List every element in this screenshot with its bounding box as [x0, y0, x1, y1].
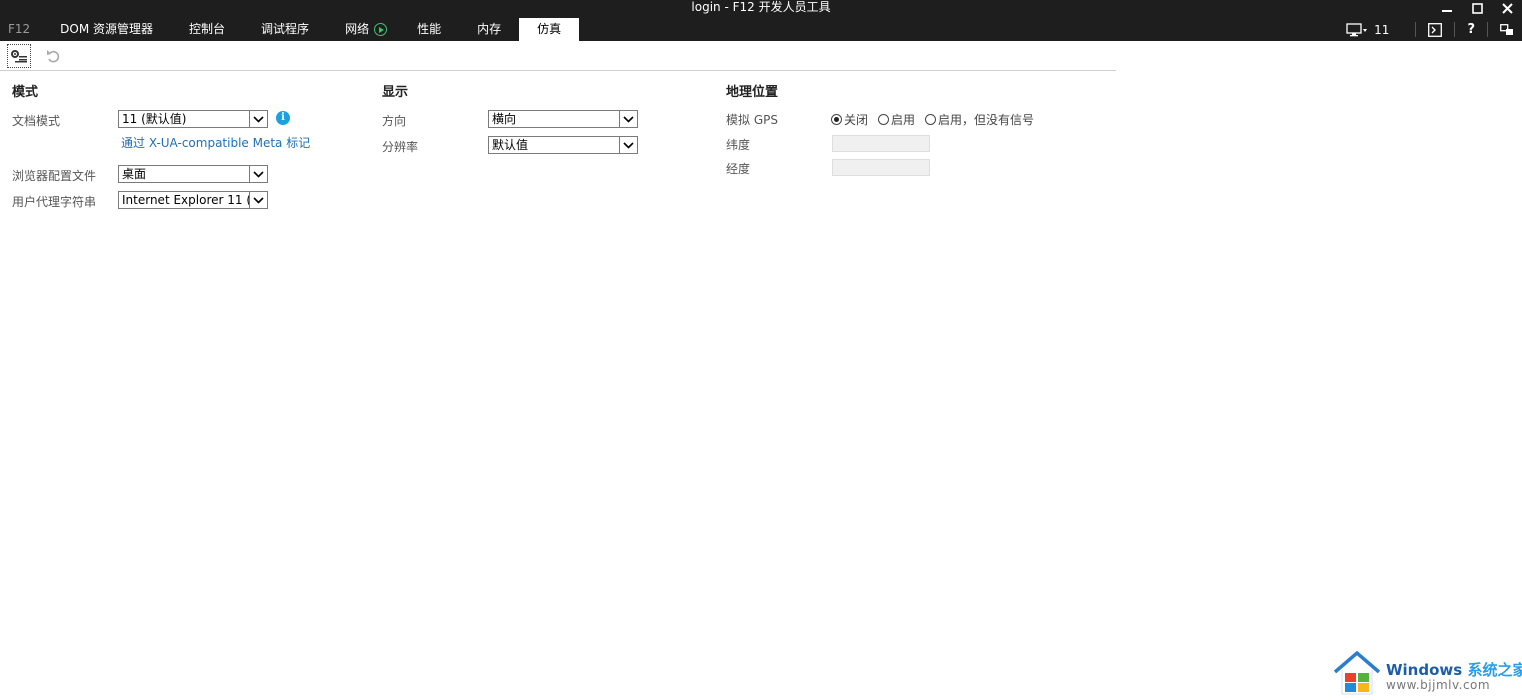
user-agent-value: Internet Explorer 11 (默	[122, 193, 250, 207]
resolution-select[interactable]: 默认值	[488, 136, 638, 154]
tab-debugger[interactable]: 调试程序	[243, 18, 327, 41]
target-device-button[interactable]: 11	[1338, 18, 1397, 41]
doc-mode-value: 11 (默认值)	[122, 112, 187, 126]
tab-network[interactable]: 网络	[327, 18, 399, 41]
monitor-icon	[1346, 22, 1368, 36]
xua-compatible-link[interactable]: 通过 X-UA-compatible Meta 标记	[121, 134, 310, 151]
minimize-button[interactable]	[1432, 0, 1462, 16]
radio-unchecked-icon	[878, 114, 890, 125]
emulation-toolbar	[0, 41, 1116, 71]
orientation-label: 方向	[382, 114, 407, 128]
watermark: Windows 系统之家 www.bjjmlv.com	[1330, 650, 1522, 700]
user-agent-select[interactable]: Internet Explorer 11 (默	[118, 191, 268, 209]
resolution-label: 分辨率	[382, 140, 419, 154]
browser-profile-label: 浏览器配置文件	[12, 169, 97, 183]
doc-mode-dropdown-button[interactable]	[249, 111, 267, 127]
display-section-title: 显示	[382, 85, 409, 100]
browser-profile-select[interactable]: 桌面	[118, 165, 268, 183]
console-icon	[1428, 22, 1443, 37]
tab-dom-explorer[interactable]: DOM 资源管理器	[42, 18, 171, 41]
watermark-title: Windows 系统之家	[1386, 659, 1522, 680]
resolution-dropdown-button[interactable]	[619, 137, 637, 153]
gps-no-signal-label: 启用，但没有信号	[938, 113, 1035, 127]
gps-radio-group: 关闭 启用 启用，但没有信号	[831, 111, 1044, 128]
user-agent-label: 用户代理字符串	[12, 195, 97, 209]
doc-mode-select[interactable]: 11 (默认值)	[118, 110, 268, 128]
separator	[1487, 22, 1488, 37]
geolocation-section-title: 地理位置	[726, 85, 779, 100]
tab-network-label: 网络	[345, 22, 370, 36]
persist-emulation-button[interactable]	[7, 44, 31, 68]
maximize-button[interactable]	[1462, 0, 1492, 16]
console-toggle-button[interactable]	[1420, 18, 1450, 41]
browser-profile-dropdown-button[interactable]	[249, 166, 267, 182]
latitude-input[interactable]	[832, 135, 930, 152]
mode-section-title: 模式	[12, 85, 39, 100]
maximize-icon	[1471, 2, 1483, 14]
tab-performance[interactable]: 性能	[399, 18, 459, 41]
close-icon	[1501, 2, 1513, 14]
close-button[interactable]	[1492, 0, 1522, 16]
chevron-down-icon	[253, 115, 264, 123]
watermark-url: www.bjjmlv.com	[1386, 678, 1491, 692]
tool-tabs: F12 DOM 资源管理器 控制台 调试程序 网络 性能 内存 仿真	[0, 18, 580, 41]
chevron-down-icon	[623, 115, 634, 123]
browser-profile-value: 桌面	[122, 167, 147, 181]
latitude-label: 纬度	[726, 138, 751, 152]
gps-label: 模拟 GPS	[726, 113, 778, 127]
title-bar: login - F12 开发人员工具 F12 DOM 资源管理器 控制台 调试程…	[0, 0, 1522, 41]
tab-emulation[interactable]: 仿真	[519, 18, 580, 41]
reset-button[interactable]	[41, 44, 65, 68]
gps-off-label: 关闭	[844, 113, 869, 127]
undock-button[interactable]	[1492, 18, 1522, 41]
tab-console[interactable]: 控制台	[171, 18, 243, 41]
doc-mode-number: 11	[1374, 22, 1390, 37]
orientation-dropdown-button[interactable]	[619, 111, 637, 127]
radio-checked-icon	[831, 114, 842, 125]
gps-on-label: 启用	[891, 113, 916, 127]
chevron-down-icon	[253, 196, 264, 204]
undo-icon	[47, 50, 60, 63]
gps-no-signal-radio[interactable]: 启用，但没有信号	[925, 111, 1034, 128]
doc-mode-label: 文档模式	[12, 114, 61, 128]
minimize-icon	[1442, 10, 1452, 12]
toolbar-right: 11 ?	[1338, 18, 1522, 41]
help-button[interactable]: ?	[1459, 18, 1483, 41]
separator	[1454, 22, 1456, 37]
tab-f12[interactable]: F12	[0, 18, 42, 41]
tab-memory[interactable]: 内存	[459, 18, 519, 41]
gps-on-radio[interactable]: 启用	[878, 111, 915, 128]
separator	[1415, 22, 1417, 37]
user-agent-dropdown-button[interactable]	[249, 192, 267, 208]
watermark-title-b: 系统之家	[1467, 661, 1522, 679]
play-icon	[374, 23, 388, 36]
resolution-value: 默认值	[492, 138, 529, 152]
window-title: login - F12 开发人员工具	[691, 0, 831, 14]
longitude-input[interactable]	[832, 159, 930, 176]
chevron-down-icon	[253, 170, 264, 178]
info-icon[interactable]: i	[276, 111, 290, 125]
window-controls	[1432, 0, 1522, 16]
undock-icon	[1500, 23, 1513, 35]
longitude-label: 经度	[726, 162, 751, 176]
gps-off-radio[interactable]: 关闭	[831, 111, 868, 128]
orientation-select[interactable]: 横向	[488, 110, 638, 128]
chevron-down-icon	[623, 141, 634, 149]
radio-unchecked-icon	[925, 114, 937, 125]
orientation-value: 横向	[492, 112, 517, 126]
watermark-title-a: Windows	[1386, 661, 1463, 679]
house-windows-logo-icon	[1333, 650, 1381, 695]
settings-list-icon	[11, 50, 27, 63]
